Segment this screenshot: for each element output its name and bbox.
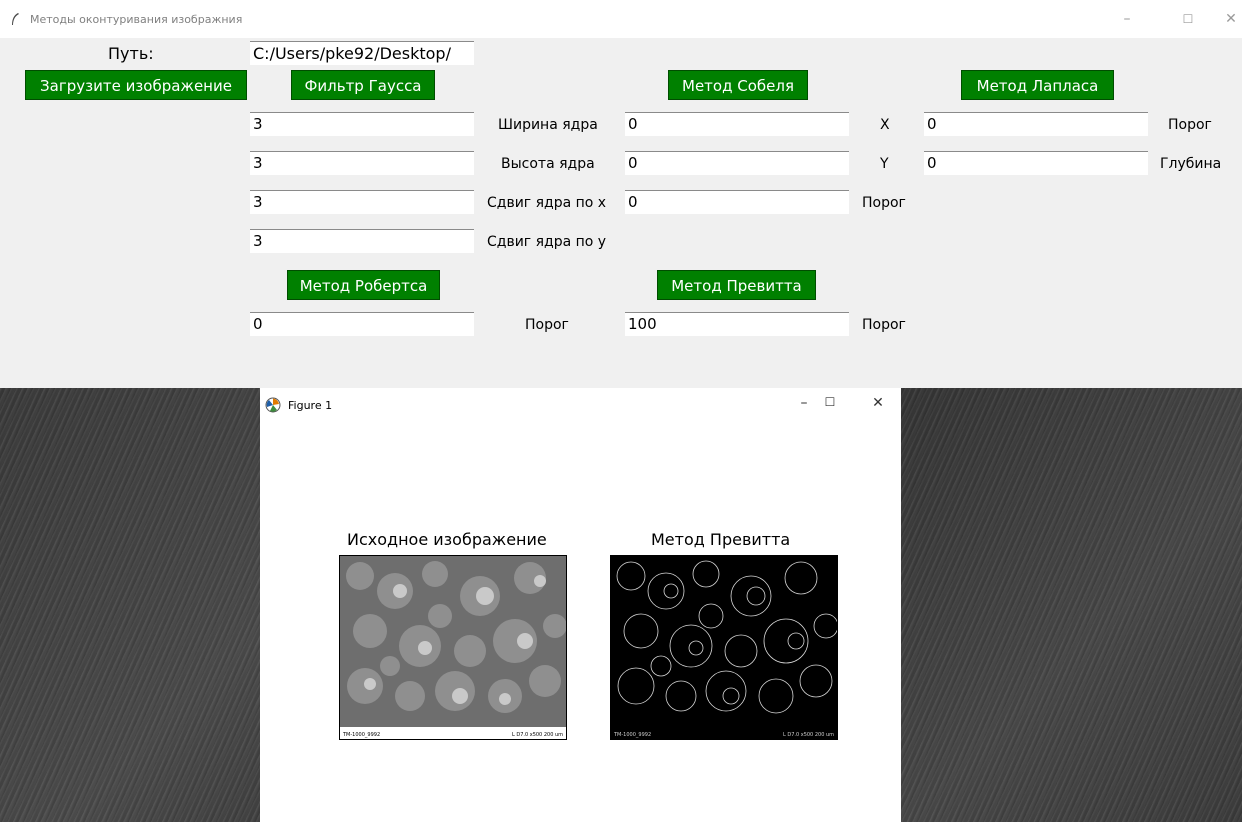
window-title: Методы оконтуривания изображния xyxy=(30,13,243,26)
laplace-threshold-field[interactable]: 0 xyxy=(924,112,1148,136)
original-scale-label-right: L D7.0 x500 200 um xyxy=(511,732,563,738)
sobel-y-label: Y xyxy=(880,156,889,172)
laplace-depth-field[interactable]: 0 xyxy=(924,151,1148,175)
original-image-title: Исходное изображение xyxy=(347,530,547,549)
feather-icon xyxy=(12,13,19,25)
path-field[interactable]: C:/Users/pke92/Desktop/ xyxy=(250,41,474,65)
sobel-y-field[interactable]: 0 xyxy=(625,151,849,175)
figure-title: Figure 1 xyxy=(288,399,333,412)
figure-minimize-button[interactable]: – xyxy=(792,395,816,415)
gauss-shift-y-field[interactable]: 3 xyxy=(250,229,474,253)
sobel-method-button[interactable]: Метод Собеля xyxy=(668,70,808,100)
laplace-depth-label: Глубина xyxy=(1160,156,1222,172)
roberts-threshold-label: Порог xyxy=(525,317,569,333)
laplace-threshold-label: Порог xyxy=(1168,117,1212,133)
prewitt-threshold-label: Порог xyxy=(862,317,906,333)
figure-maximize-button[interactable]: ☐ xyxy=(818,395,842,415)
gauss-kernel-width-field[interactable]: 3 xyxy=(250,112,474,136)
gauss-shift-x-field[interactable]: 3 xyxy=(250,190,474,214)
load-image-button[interactable]: Загрузите изображение xyxy=(25,70,247,100)
figure-close-button[interactable]: ✕ xyxy=(866,395,890,415)
kernel-shift-x-label: Сдвиг ядра по x xyxy=(487,195,607,211)
original-scale-label-left: TM-1000_9992 xyxy=(343,732,381,738)
prewitt-method-button[interactable]: Метод Превитта xyxy=(657,270,816,300)
prewitt-threshold-field[interactable]: 100 xyxy=(625,312,849,336)
gauss-kernel-height-field[interactable]: 3 xyxy=(250,151,474,175)
sobel-x-label: X xyxy=(880,117,890,133)
gauss-filter-button[interactable]: Фильтр Гаусса xyxy=(291,70,435,100)
prewitt-image-title: Метод Превитта xyxy=(651,530,791,549)
prewitt-scale-bar: TM-1000_9992 L D7.0 x500 200 um xyxy=(611,727,837,739)
original-scale-bar: TM-1000_9992 L D7.0 x500 200 um xyxy=(340,727,566,739)
sobel-x-field[interactable]: 0 xyxy=(625,112,849,136)
kernel-shift-y-label: Сдвиг ядра по y xyxy=(487,234,607,250)
laplace-method-button[interactable]: Метод Лапласа xyxy=(961,70,1114,100)
kernel-width-label: Ширина ядра xyxy=(498,117,598,133)
roberts-threshold-field[interactable]: 0 xyxy=(250,312,474,336)
prewitt-scale-label-left: TM-1000_9992 xyxy=(614,732,652,738)
original-image: TM-1000_9992 L D7.0 x500 200 um xyxy=(339,555,567,740)
prewitt-result-image: TM-1000_9992 L D7.0 x500 200 um xyxy=(610,555,838,740)
path-label: Путь: xyxy=(108,44,154,63)
maximize-button[interactable]: ☐ xyxy=(1177,8,1199,30)
sobel-threshold-field[interactable]: 0 xyxy=(625,190,849,214)
roberts-method-button[interactable]: Метод Робертса xyxy=(287,270,440,300)
close-button[interactable]: ✕ xyxy=(1220,8,1242,30)
sobel-threshold-label: Порог xyxy=(862,195,906,211)
kernel-height-label: Высота ядра xyxy=(501,156,595,172)
prewitt-scale-label-right: L D7.0 x500 200 um xyxy=(782,732,834,738)
minimize-button[interactable]: – xyxy=(1116,8,1138,30)
matplotlib-icon xyxy=(265,397,281,413)
